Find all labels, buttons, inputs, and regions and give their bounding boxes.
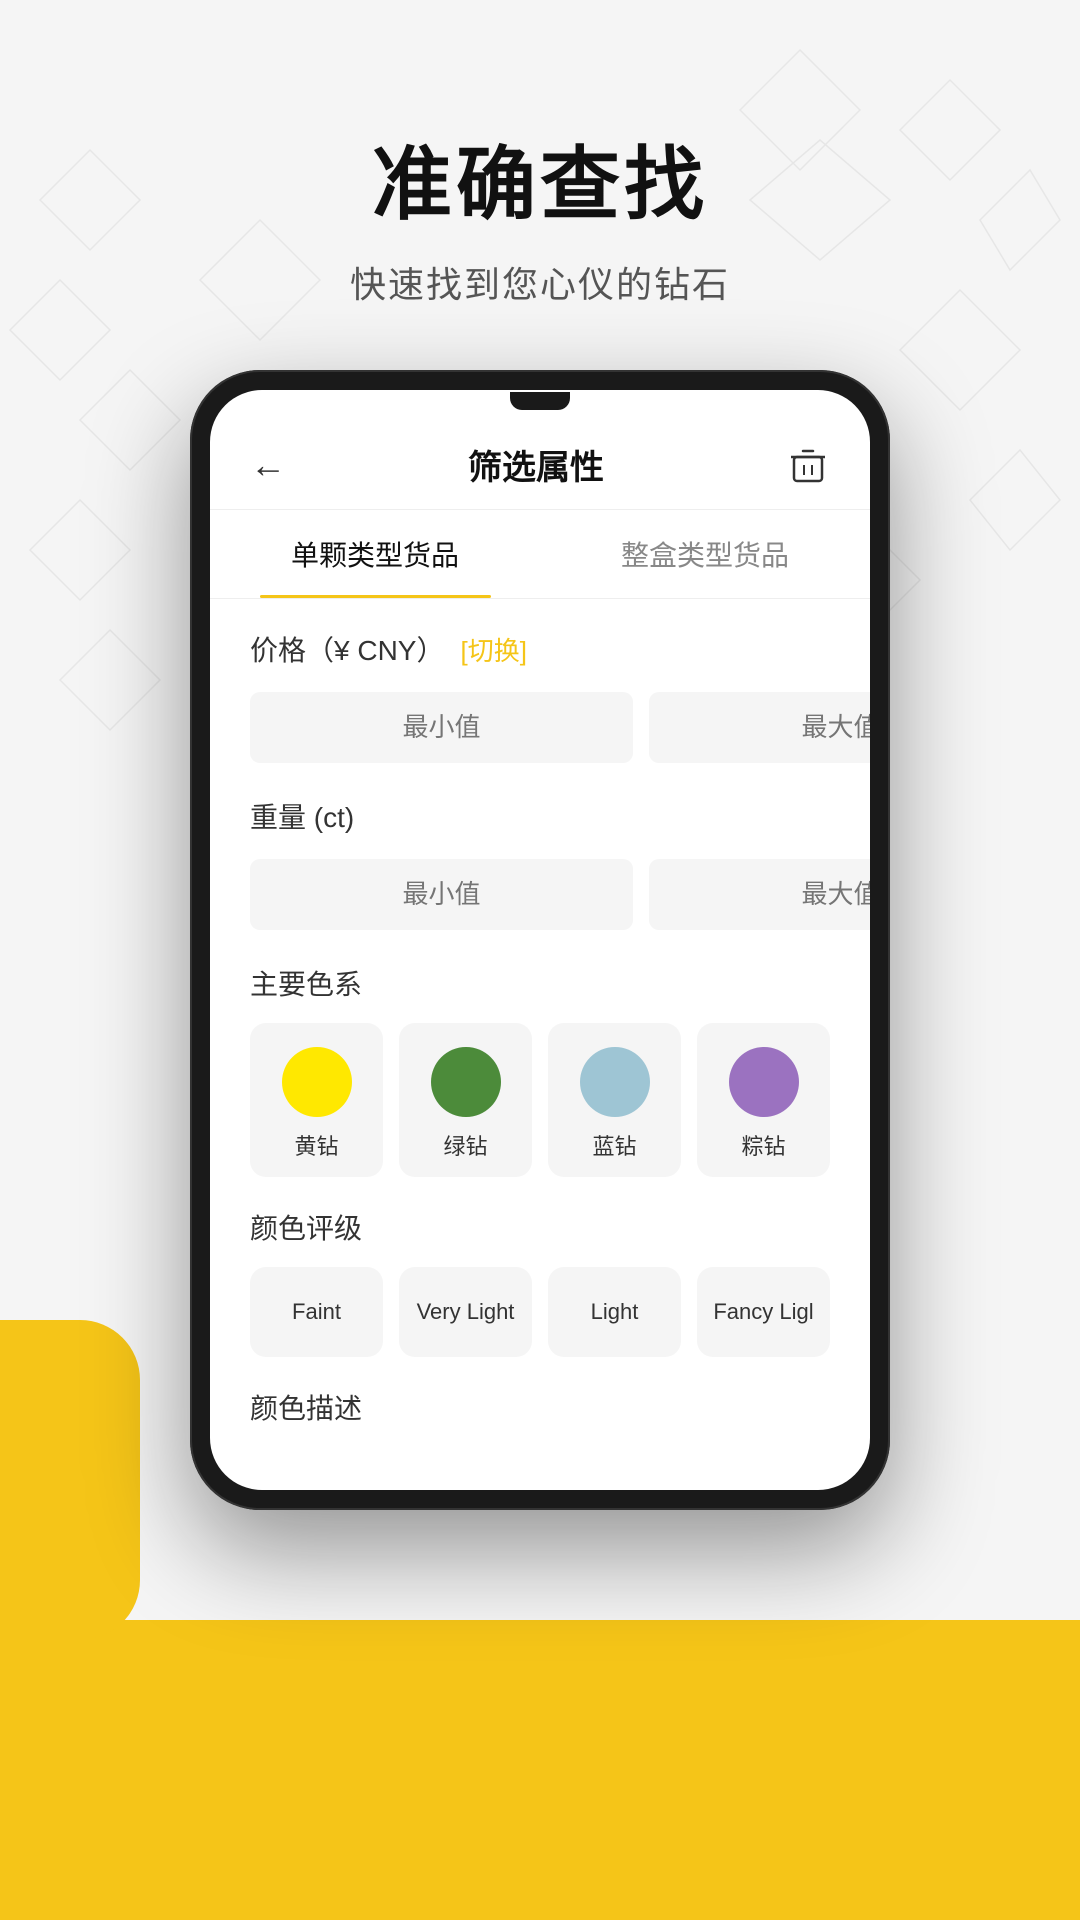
- purple-diamond-circle: [729, 1047, 799, 1117]
- screen-content: 价格（¥ CNY） [切换] 范围 ▼ 重量 (ct): [210, 599, 870, 1477]
- phone-screen: ← 筛选属性 单颗类型货品 整盒类型货品: [210, 390, 870, 1490]
- yellow-diamond-circle: [282, 1047, 352, 1117]
- weight-max-input[interactable]: [649, 859, 870, 930]
- page-main-title: 准确查找: [0, 120, 1080, 236]
- grade-item-light[interactable]: Light: [548, 1267, 681, 1357]
- color-item-purple[interactable]: 粽钻: [697, 1023, 830, 1177]
- color-item-blue[interactable]: 蓝钻: [548, 1023, 681, 1177]
- tab-box[interactable]: 整盒类型货品: [540, 510, 870, 598]
- price-section-label: 价格（¥ CNY） [切换]: [250, 629, 830, 669]
- phone-mockup: ← 筛选属性 单颗类型货品 整盒类型货品: [190, 370, 890, 1510]
- price-max-input[interactable]: [649, 692, 870, 763]
- tab-single[interactable]: 单颗类型货品: [210, 510, 540, 598]
- grade-grid: Faint Very Light Light Fancy Ligl: [250, 1267, 830, 1357]
- yellow-accent-bottom: [0, 1620, 1080, 1920]
- color-item-yellow[interactable]: 黄钻: [250, 1023, 383, 1177]
- weight-input-row: 范围 ▼: [250, 856, 830, 933]
- price-input-row: 范围 ▼: [250, 689, 830, 766]
- green-diamond-label: 绿钻: [443, 1129, 487, 1161]
- weight-section-label: 重量 (ct): [250, 796, 830, 836]
- page-sub-title: 快速找到您心仪的钻石: [0, 256, 1080, 308]
- color-grid: 黄钻 绿钻 蓝钻 粽钻: [250, 1023, 830, 1177]
- green-diamond-circle: [431, 1047, 501, 1117]
- currency-switch[interactable]: [切换]: [460, 631, 526, 668]
- blue-diamond-label: 蓝钻: [592, 1129, 636, 1161]
- blue-diamond-circle: [580, 1047, 650, 1117]
- grade-item-fancy-light[interactable]: Fancy Ligl: [697, 1267, 830, 1357]
- screen-title: 筛选属性: [468, 440, 604, 489]
- yellow-diamond-label: 黄钻: [294, 1129, 338, 1161]
- color-item-green[interactable]: 绿钻: [399, 1023, 532, 1177]
- weight-min-input[interactable]: [250, 859, 633, 930]
- phone-frame: ← 筛选属性 单颗类型货品 整盒类型货品: [190, 370, 890, 1510]
- purple-diamond-label: 粽钻: [741, 1129, 785, 1161]
- color-section-label: 主要色系: [250, 963, 830, 1003]
- phone-notch: [510, 392, 570, 410]
- back-button[interactable]: ←: [250, 444, 286, 486]
- delete-button[interactable]: [786, 443, 830, 487]
- description-section-label: 颜色描述: [250, 1387, 830, 1427]
- top-section: 准确查找 快速找到您心仪的钻石: [0, 0, 1080, 308]
- yellow-accent-left: [0, 1320, 140, 1640]
- grade-section-label: 颜色评级: [250, 1207, 830, 1247]
- grade-item-faint[interactable]: Faint: [250, 1267, 383, 1357]
- tabs-container: 单颗类型货品 整盒类型货品: [210, 510, 870, 599]
- grade-item-very-light[interactable]: Very Light: [399, 1267, 532, 1357]
- price-min-input[interactable]: [250, 692, 633, 763]
